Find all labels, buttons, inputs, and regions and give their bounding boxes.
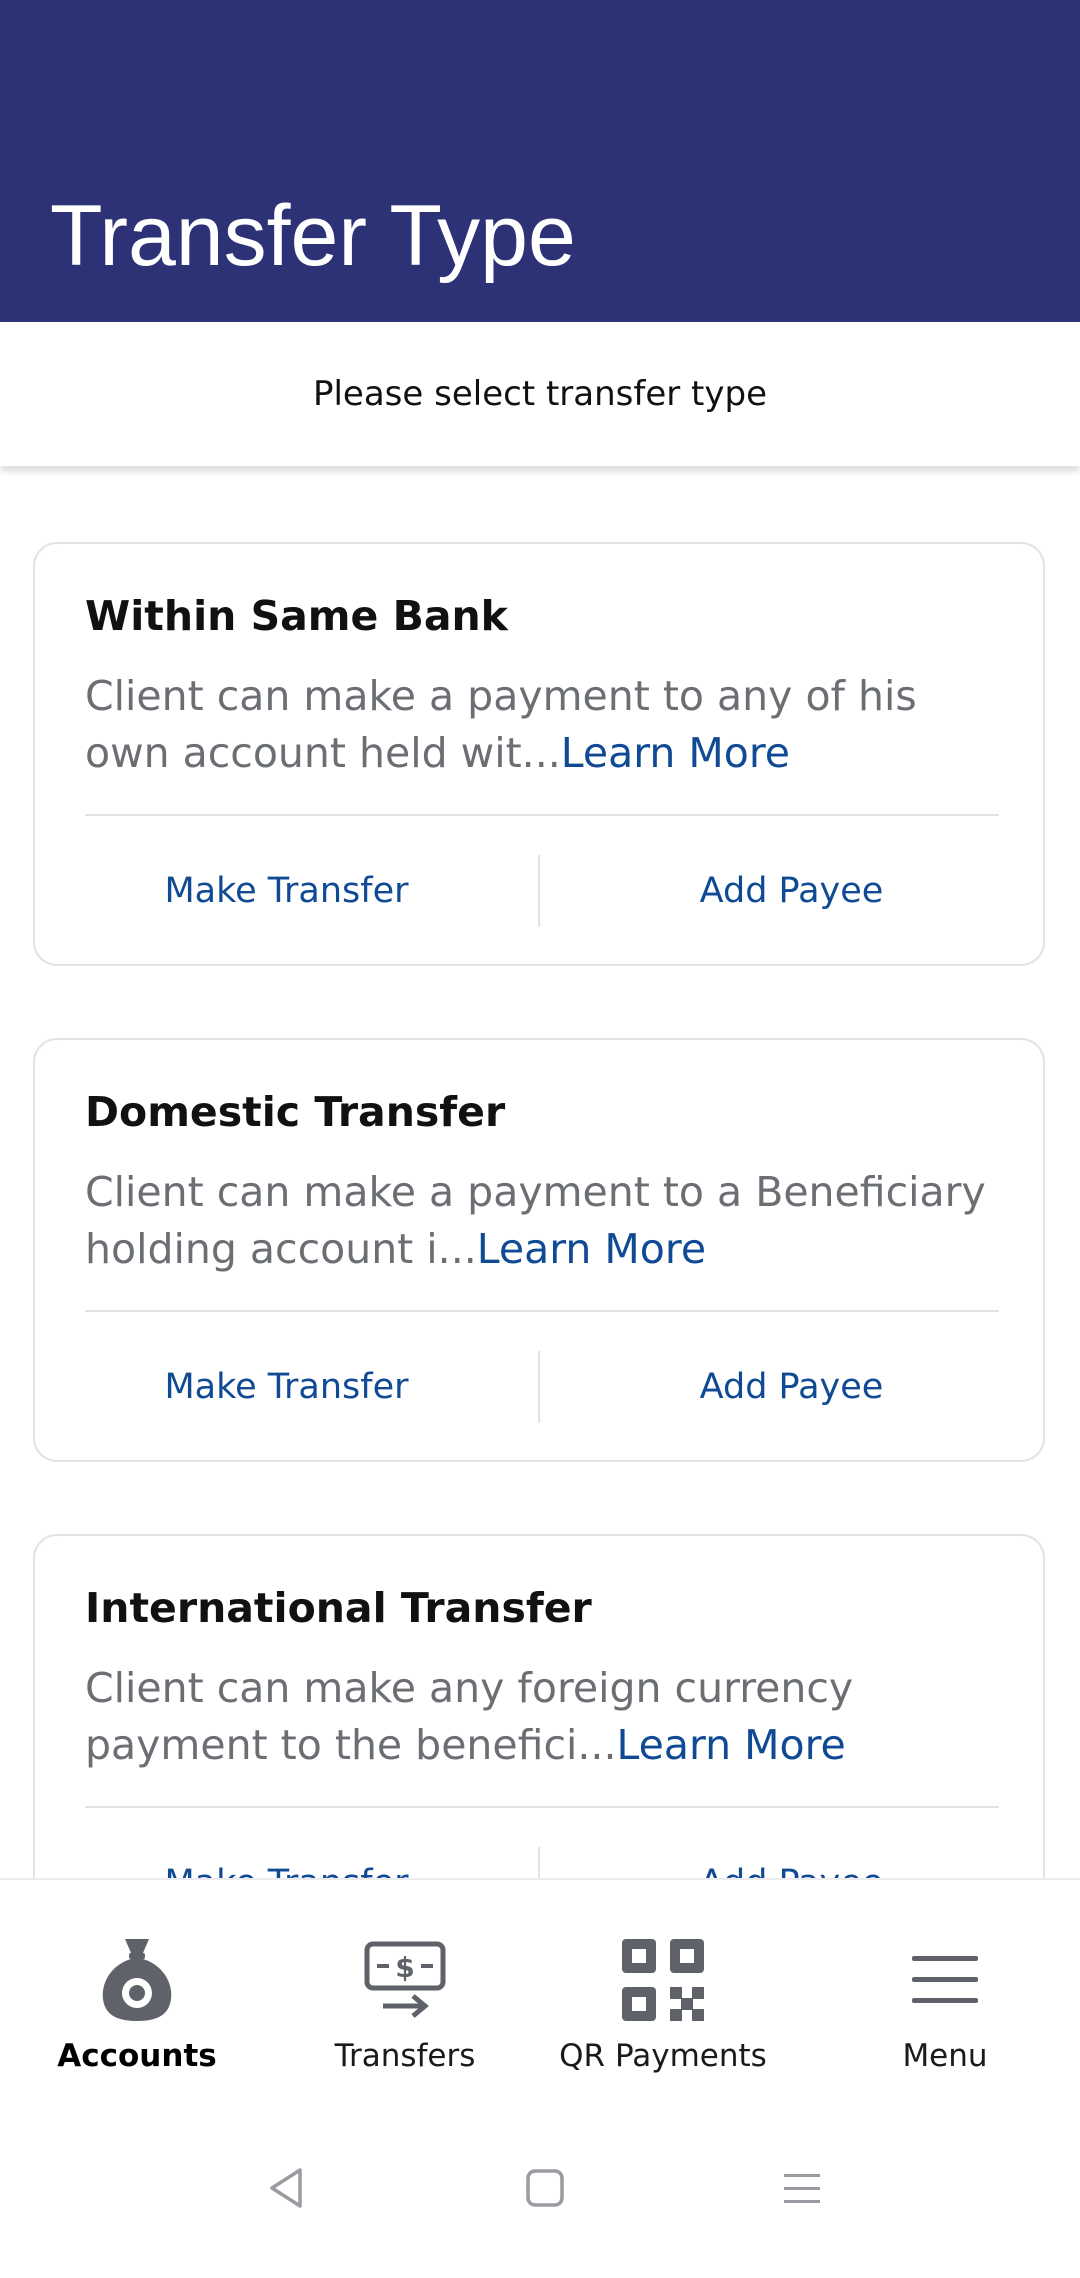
- nav-item-menu[interactable]: Menu: [810, 1880, 1080, 2098]
- make-transfer-button[interactable]: Make Transfer: [35, 1367, 538, 1407]
- add-payee-button[interactable]: Add Payee: [540, 1863, 1043, 1878]
- nav-label: QR Payments: [559, 2038, 767, 2074]
- card-actions: Make Transfer Add Payee: [35, 816, 1043, 966]
- card-description: Client can make a payment to a Beneficia…: [85, 1164, 1005, 1278]
- card-title: International Transfer: [85, 1584, 592, 1632]
- page-title: Transfer Type: [50, 188, 576, 284]
- subheader-bar: Please select transfer type: [0, 322, 1080, 466]
- card-actions: Make Transfer Add Payee: [35, 1808, 1043, 1878]
- transfer-card-international: International Transfer Client can make a…: [33, 1534, 1045, 1878]
- svg-text:$: $: [395, 1951, 414, 1984]
- learn-more-link[interactable]: Learn More: [617, 1721, 846, 1769]
- learn-more-link[interactable]: Learn More: [477, 1225, 706, 1273]
- add-payee-button[interactable]: Add Payee: [540, 871, 1043, 911]
- hamburger-menu-icon: [895, 1930, 995, 2030]
- nav-item-accounts[interactable]: Accounts: [2, 1880, 272, 2098]
- transfer-card-domestic: Domestic Transfer Client can make a paym…: [33, 1038, 1045, 1462]
- subheader-text: Please select transfer type: [312, 374, 767, 414]
- transfer-card-within-same-bank: Within Same Bank Client can make a payme…: [33, 542, 1045, 966]
- make-transfer-button[interactable]: Make Transfer: [35, 1863, 538, 1878]
- app-header: Transfer Type: [0, 0, 1080, 322]
- transfer-money-icon: $: [355, 1930, 455, 2030]
- learn-more-link[interactable]: Learn More: [561, 729, 790, 777]
- card-description: Client can make a payment to any of his …: [85, 668, 1005, 782]
- nav-label: Menu: [902, 2038, 988, 2074]
- qr-code-icon: [613, 1930, 713, 2030]
- card-actions: Make Transfer Add Payee: [35, 1312, 1043, 1462]
- recents-icon[interactable]: [772, 2158, 832, 2218]
- transfer-type-list[interactable]: Within Same Bank Client can make a payme…: [0, 466, 1080, 1878]
- nav-item-transfers[interactable]: $ Transfers: [270, 1880, 540, 2098]
- nav-label: Accounts: [57, 2038, 217, 2074]
- card-description-text: Client can make a payment to any of his …: [85, 672, 917, 777]
- card-title: Domestic Transfer: [85, 1088, 506, 1136]
- back-icon[interactable]: [256, 2158, 316, 2218]
- money-bag-icon: [87, 1930, 187, 2030]
- make-transfer-button[interactable]: Make Transfer: [35, 871, 538, 911]
- nav-label: Transfers: [334, 2038, 476, 2074]
- bottom-navigation: Accounts $ Transfers QR Payments Menu: [0, 1878, 1080, 2098]
- home-icon[interactable]: [515, 2158, 575, 2218]
- card-title: Within Same Bank: [85, 592, 508, 640]
- nav-item-qr-payments[interactable]: QR Payments: [528, 1880, 798, 2098]
- system-navigation-bar: [0, 2098, 1080, 2278]
- card-description: Client can make any foreign currency pay…: [85, 1660, 1005, 1774]
- add-payee-button[interactable]: Add Payee: [540, 1367, 1043, 1407]
